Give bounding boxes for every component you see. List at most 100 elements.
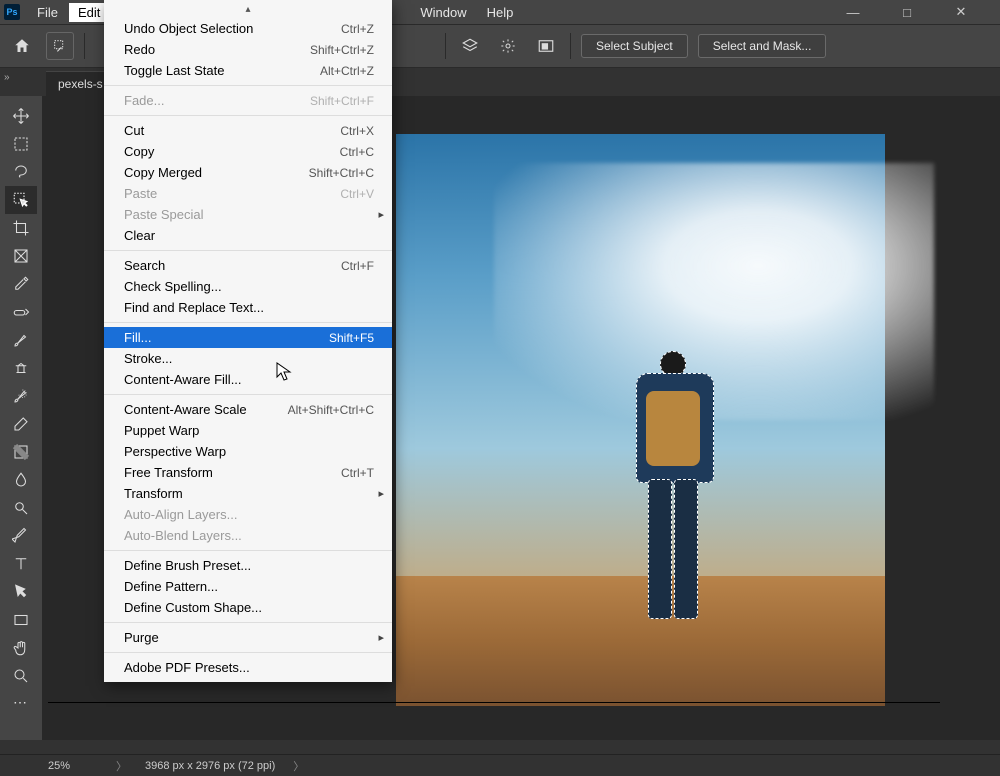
menu-item-shortcut: Ctrl+F — [341, 259, 374, 273]
menu-item-content-aware-scale[interactable]: Content-Aware Scale Alt+Shift+Ctrl+C — [104, 399, 392, 420]
menu-item-label: Perspective Warp — [124, 444, 226, 459]
eraser-tool[interactable] — [5, 410, 37, 438]
menu-item-free-transform[interactable]: Free TransformCtrl+T — [104, 462, 392, 483]
maximize-button[interactable]: □ — [892, 2, 922, 22]
selection-marquee — [674, 479, 698, 619]
menu-separator — [104, 250, 392, 251]
menu-item-auto-blend-layers: Auto-Blend Layers... — [104, 525, 392, 546]
rectangle-tool[interactable] — [5, 606, 37, 634]
document-tab-overflow[interactable]: 3/8) * × — [388, 96, 452, 100]
dodge-tool[interactable] — [5, 494, 37, 522]
divider — [48, 702, 940, 703]
menu-item-toggle-last-state[interactable]: Toggle Last StateAlt+Ctrl+Z — [104, 60, 392, 81]
select-and-mask-button[interactable]: Select and Mask... — [698, 34, 827, 58]
tool-preset-picker[interactable] — [46, 32, 74, 60]
menu-item-undo-object-selection[interactable]: Undo Object SelectionCtrl+Z — [104, 18, 392, 39]
crop-tool[interactable] — [5, 214, 37, 242]
chevron-right-icon[interactable]: 〉 — [116, 758, 127, 774]
select-subject-button[interactable]: Select Subject — [581, 34, 688, 58]
clone-stamp-tool[interactable] — [5, 354, 37, 382]
menu-item-label: Content-Aware Scale — [124, 402, 247, 417]
blur-tool[interactable] — [5, 466, 37, 494]
menu-scroll-up-icon[interactable]: ▴ — [104, 4, 392, 18]
menu-item-copy-merged[interactable]: Copy MergedShift+Ctrl+C — [104, 162, 392, 183]
menu-item-fill[interactable]: Fill... Shift+F5 — [104, 327, 392, 348]
object-selection-tool[interactable] — [5, 186, 37, 214]
spot-heal-tool[interactable] — [5, 298, 37, 326]
edit-menu-dropdown: ▴ Undo Object SelectionCtrl+ZRedoShift+C… — [104, 0, 392, 682]
menu-item-adobe-pdf-presets[interactable]: Adobe PDF Presets... — [104, 657, 392, 678]
menu-item-check-spelling[interactable]: Check Spelling... — [104, 276, 392, 297]
move-tool[interactable] — [5, 102, 37, 130]
menu-separator — [104, 394, 392, 395]
zoom-level[interactable]: 25% — [48, 760, 98, 772]
panel-expand-handle[interactable]: » — [4, 72, 16, 83]
menu-item-label: Clear — [124, 228, 155, 243]
menu-separator — [104, 550, 392, 551]
menu-item-clear[interactable]: Clear — [104, 225, 392, 246]
gradient-tool[interactable] — [5, 438, 37, 466]
menu-item-shortcut: Alt+Shift+Ctrl+C — [288, 403, 374, 417]
frame-tool[interactable] — [5, 242, 37, 270]
edit-toolbar-button[interactable]: ⋯ — [13, 694, 29, 711]
home-button[interactable] — [8, 32, 36, 60]
menu-item-perspective-warp[interactable]: Perspective Warp — [104, 441, 392, 462]
menu-item-shortcut: Shift+Ctrl+F — [310, 94, 374, 108]
menu-item-stroke[interactable]: Stroke... — [104, 348, 392, 369]
menu-item-label: Fill... — [124, 330, 151, 345]
zoom-tool[interactable] — [5, 662, 37, 690]
menu-item-label: Adobe PDF Presets... — [124, 660, 250, 675]
layers-stack-icon[interactable] — [456, 32, 484, 60]
document-dimensions: 3968 px x 2976 px (72 ppi) — [145, 760, 275, 772]
marquee-tool[interactable] — [5, 130, 37, 158]
menu-item-shortcut: Alt+Ctrl+Z — [320, 64, 374, 78]
menu-item-label: Content-Aware Fill... — [124, 372, 242, 387]
menu-item-label: Paste — [124, 186, 157, 201]
menu-item-shortcut: Shift+F5 — [329, 331, 374, 345]
menu-item-redo[interactable]: RedoShift+Ctrl+Z — [104, 39, 392, 60]
menu-item-copy[interactable]: CopyCtrl+C — [104, 141, 392, 162]
menu-item-content-aware-fill[interactable]: Content-Aware Fill... — [104, 369, 392, 390]
minimize-button[interactable]: — — [838, 2, 868, 22]
menu-item-label: Define Brush Preset... — [124, 558, 251, 573]
menu-item-define-pattern[interactable]: Define Pattern... — [104, 576, 392, 597]
brush-tool[interactable] — [5, 326, 37, 354]
menu-item-label: Paste Special — [124, 207, 204, 222]
path-selection-tool[interactable] — [5, 578, 37, 606]
separator — [445, 33, 446, 59]
menu-item-label: Redo — [124, 42, 155, 57]
history-brush-tool[interactable] — [5, 382, 37, 410]
menu-item-shortcut: Ctrl+X — [340, 124, 374, 138]
separator — [84, 33, 85, 59]
menu-window[interactable]: Window — [411, 3, 475, 22]
separator — [570, 33, 571, 59]
gear-icon[interactable] — [494, 32, 522, 60]
window-controls: — □ ✕ — [838, 2, 996, 22]
menu-item-search[interactable]: SearchCtrl+F — [104, 255, 392, 276]
eyedropper-tool[interactable] — [5, 270, 37, 298]
menu-item-label: Fade... — [124, 93, 164, 108]
menu-item-define-brush-preset[interactable]: Define Brush Preset... — [104, 555, 392, 576]
type-tool[interactable] — [5, 550, 37, 578]
menu-item-label: Auto-Align Layers... — [124, 507, 237, 522]
chevron-right-icon[interactable]: 〉 — [293, 758, 304, 774]
menu-item-label: Stroke... — [124, 351, 172, 366]
menu-item-label: Find and Replace Text... — [124, 300, 264, 315]
menu-separator — [104, 322, 392, 323]
menu-file[interactable]: File — [28, 3, 67, 22]
menu-item-cut[interactable]: CutCtrl+X — [104, 120, 392, 141]
menu-item-define-custom-shape[interactable]: Define Custom Shape... — [104, 597, 392, 618]
menu-help[interactable]: Help — [478, 3, 523, 22]
document-canvas[interactable] — [396, 134, 885, 706]
hand-tool[interactable] — [5, 634, 37, 662]
pen-tool[interactable] — [5, 522, 37, 550]
menu-item-label: Define Pattern... — [124, 579, 218, 594]
menu-item-purge[interactable]: Purge — [104, 627, 392, 648]
lasso-tool[interactable] — [5, 158, 37, 186]
mask-mode-icon[interactable] — [532, 32, 560, 60]
menu-item-puppet-warp[interactable]: Puppet Warp — [104, 420, 392, 441]
menu-separator — [104, 115, 392, 116]
menu-item-find-and-replace-text[interactable]: Find and Replace Text... — [104, 297, 392, 318]
close-button[interactable]: ✕ — [946, 2, 976, 22]
menu-item-transform[interactable]: Transform — [104, 483, 392, 504]
